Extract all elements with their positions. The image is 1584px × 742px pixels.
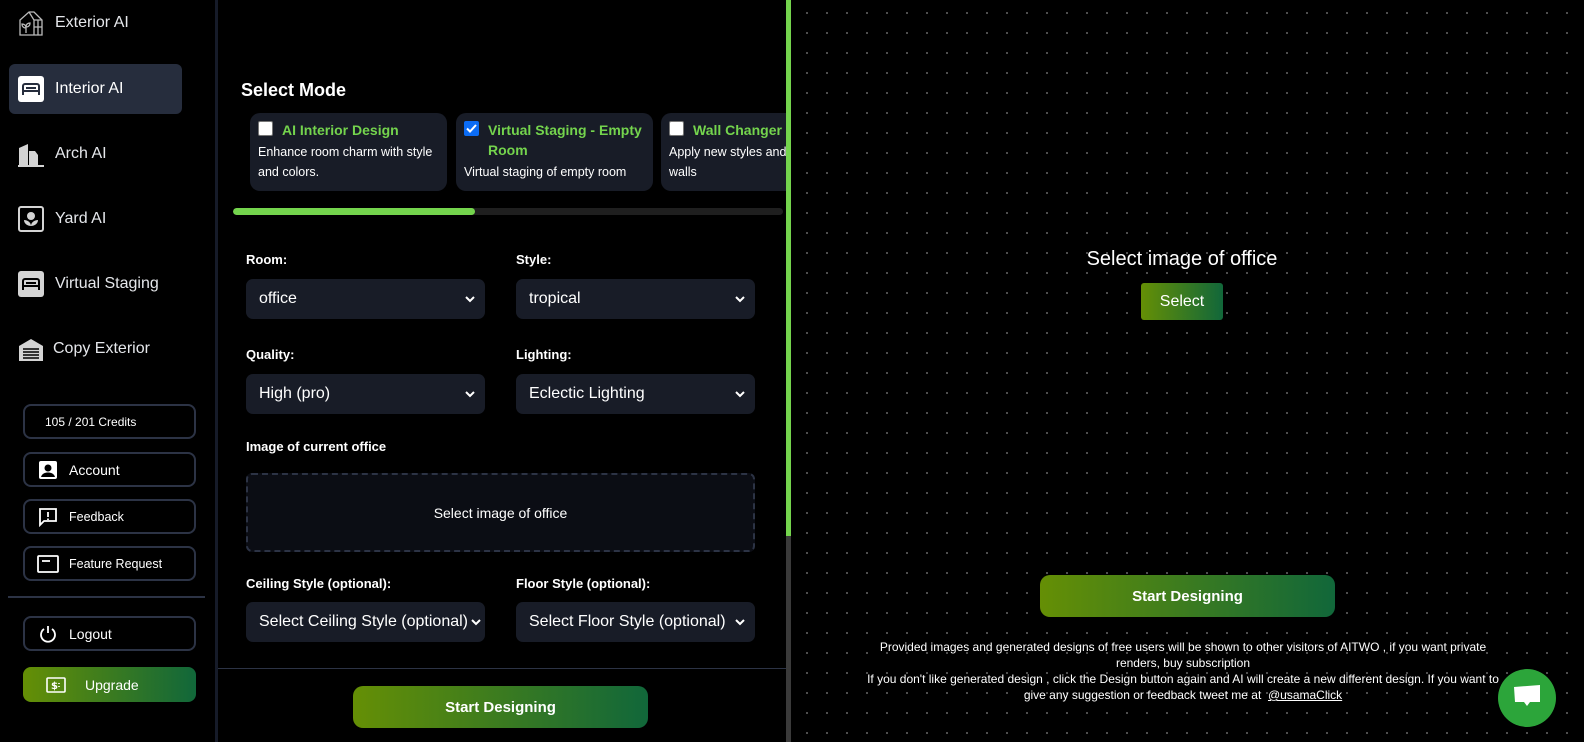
sidebar: Exterior AI Interior AI Arch AI Yard AI — [0, 0, 218, 742]
style-value: tropical — [529, 290, 581, 307]
sidebar-item-label: Virtual Staging — [55, 275, 159, 292]
sidebar-item-label: Exterior AI — [55, 14, 129, 31]
style-select[interactable]: tropical — [516, 279, 755, 319]
sidebar-divider — [8, 596, 205, 598]
buildings-icon — [17, 140, 45, 168]
notice-line-2: If you don't like generated design , cli… — [863, 671, 1503, 703]
mode-description: Virtual staging of empty room — [464, 165, 627, 179]
chevron-down-icon — [725, 295, 755, 303]
room-select[interactable]: office — [246, 279, 485, 319]
image-label: Image of current office — [246, 439, 387, 454]
mode-scroll-bar[interactable] — [233, 208, 783, 215]
quality-value: High (pro) — [259, 385, 331, 402]
sidebar-item-label: Arch AI — [55, 145, 107, 162]
lighting-value: Eclectic Lighting — [529, 385, 645, 402]
dropzone-text: Select image of office — [433, 504, 568, 521]
chevron-down-icon — [455, 295, 485, 303]
sidebar-item-label: Yard AI — [55, 210, 107, 227]
flower-icon — [17, 205, 45, 233]
chevron-down-icon — [725, 390, 755, 398]
money-icon: $ — [45, 674, 67, 696]
image-dropzone[interactable]: Select image of office — [246, 473, 755, 552]
account-icon — [37, 459, 59, 481]
lighting-label: Lighting: — [516, 347, 572, 362]
feature-request-label: Feature Request — [69, 556, 163, 571]
preview-start-designing-button[interactable]: Start Designing — [1040, 575, 1335, 617]
mode-checkbox[interactable] — [669, 121, 684, 136]
checkmark-icon — [466, 124, 477, 133]
power-icon — [37, 623, 59, 645]
sidebar-item-interior-ai[interactable]: Interior AI — [9, 64, 182, 114]
account-button[interactable]: Account — [23, 452, 196, 487]
twitter-link[interactable]: @usamaClick — [1268, 688, 1342, 702]
mode-title: AI Interior Design — [282, 122, 399, 138]
ceiling-style-label: Ceiling Style (optional): — [246, 576, 392, 591]
bed-icon — [17, 270, 45, 298]
chevron-down-icon — [467, 618, 485, 626]
mode-scroll-thumb[interactable] — [233, 208, 475, 215]
mode-checkbox-checked[interactable] — [464, 121, 479, 136]
mode-title: Wall Changer — [693, 122, 782, 138]
feature-request-button[interactable]: Feature Request — [23, 546, 196, 581]
mode-description: Enhance room charm with style and colors… — [258, 145, 433, 179]
sidebar-item-arch-ai[interactable]: Arch AI — [9, 129, 182, 179]
ceiling-style-value: Select Ceiling Style (optional) — [259, 613, 467, 630]
credits-text: 105 / 201 Credits — [45, 414, 137, 429]
mode-checkbox[interactable] — [258, 121, 273, 136]
start-designing-button[interactable]: Start Designing — [353, 686, 648, 728]
style-label: Style: — [516, 252, 552, 267]
sidebar-item-yard-ai[interactable]: Yard AI — [9, 194, 182, 244]
floor-style-select[interactable]: Select Floor Style (optional) — [516, 602, 755, 642]
select-mode-title: Select Mode — [241, 80, 347, 100]
sidebar-item-virtual-staging[interactable]: Virtual Staging — [9, 259, 182, 309]
mode-description: Apply new styles and colors to walls — [669, 145, 801, 179]
lighting-select[interactable]: Eclectic Lighting — [516, 374, 755, 414]
preview-title: Select image of office — [1086, 248, 1278, 270]
mode-card-virtual-staging[interactable]: Virtual Staging - Empty Room Virtual sta… — [456, 113, 653, 191]
room-value: office — [259, 290, 297, 307]
floor-style-value: Select Floor Style (optional) — [529, 613, 725, 630]
notice-text: Provided images and generated designs of… — [863, 639, 1503, 703]
quality-select[interactable]: High (pro) — [246, 374, 485, 414]
garage-icon — [17, 335, 45, 363]
form-divider — [218, 668, 786, 669]
chat-icon — [1514, 685, 1540, 706]
feedback-button[interactable]: Feedback — [23, 499, 196, 534]
logout-label: Logout — [69, 625, 112, 642]
mode-card-wall-changer[interactable]: Wall Changer Apply new styles and colors… — [661, 113, 801, 191]
sidebar-item-exterior-ai[interactable]: Exterior AI — [9, 0, 182, 48]
chevron-down-icon — [455, 390, 485, 398]
preview-panel: Select image of office Select Start Desi… — [791, 0, 1584, 742]
chevron-down-icon — [725, 618, 755, 626]
account-label: Account — [69, 461, 120, 478]
logout-button[interactable]: Logout — [23, 616, 196, 651]
sidebar-item-label: Copy Exterior — [53, 340, 150, 357]
bed-icon — [17, 75, 45, 103]
upgrade-label: Upgrade — [85, 676, 139, 693]
ceiling-style-select[interactable]: Select Ceiling Style (optional) — [246, 602, 485, 642]
room-label: Room: — [246, 252, 288, 267]
quality-label: Quality: — [246, 347, 295, 362]
floor-style-label: Floor Style (optional): — [516, 576, 651, 591]
design-form: Select Mode AI Interior Design Enhance r… — [218, 0, 801, 742]
notice-line-2-text: If you don't like generated design , cli… — [867, 672, 1499, 702]
credits-badge[interactable]: 105 / 201 Credits — [23, 404, 196, 439]
feedback-icon — [37, 506, 59, 528]
select-image-button[interactable]: Select — [1141, 283, 1223, 320]
mode-card-ai-interior-design[interactable]: AI Interior Design Enhance room charm wi… — [250, 113, 447, 191]
chat-button[interactable] — [1498, 669, 1556, 727]
notice-line-1: Provided images and generated designs of… — [879, 640, 1487, 670]
app: Exterior AI Interior AI Arch AI Yard AI — [0, 0, 1584, 742]
sidebar-item-label: Interior AI — [55, 80, 124, 97]
feature-request-icon — [37, 553, 59, 575]
mode-title: Virtual Staging - Empty Room — [488, 122, 642, 158]
sidebar-item-copy-exterior[interactable]: Copy Exterior — [9, 324, 182, 374]
svg-text:$: $ — [51, 681, 58, 692]
feedback-label: Feedback — [69, 509, 124, 524]
upgrade-button[interactable]: $ Upgrade — [23, 667, 196, 702]
greenhouse-icon — [17, 9, 45, 37]
